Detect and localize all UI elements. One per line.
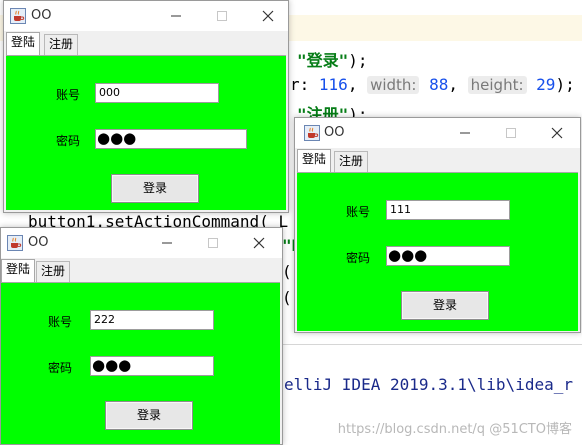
password-input[interactable]: ●●●: [386, 246, 510, 266]
java-cup-icon: [304, 125, 320, 141]
string-literal: "登录": [297, 51, 349, 70]
code-text: );: [555, 75, 575, 94]
close-icon: [253, 237, 265, 249]
number-literal: 88: [429, 75, 449, 94]
minimize-button[interactable]: [443, 118, 487, 148]
close-button[interactable]: [237, 228, 281, 258]
account-label: 账号: [48, 315, 73, 329]
minimize-icon: [162, 242, 172, 244]
password-label: 密码: [48, 361, 73, 375]
close-icon: [262, 10, 274, 22]
close-icon: [551, 127, 563, 139]
tab-login[interactable]: 登陆: [297, 149, 332, 172]
tab-register[interactable]: 注册: [334, 151, 369, 172]
account-input[interactable]: 111: [386, 200, 510, 220]
code-text: ,: [448, 75, 468, 94]
minimize-icon: [171, 15, 181, 17]
java-cup-icon: [10, 8, 26, 24]
tab-strip: 登陆 注册: [295, 148, 580, 172]
login-panel: 账号 000 密码 ●●● 登录: [6, 55, 286, 210]
code-line-1: "登录");: [297, 47, 368, 71]
tab-register[interactable]: 注册: [36, 261, 71, 282]
login-button[interactable]: 登录: [401, 291, 489, 320]
minimize-button[interactable]: [145, 228, 189, 258]
param-hint-width: width:: [367, 76, 420, 94]
title-bar[interactable]: OO: [295, 118, 580, 148]
code-text: );: [348, 51, 368, 70]
window-title: OO: [324, 125, 345, 140]
account-input[interactable]: 222: [90, 310, 214, 330]
title-bar[interactable]: OO: [4, 1, 288, 31]
account-label: 账号: [346, 205, 371, 219]
console-path-text: elliJ IDEA 2019.3.1\lib\idea_r: [284, 375, 573, 394]
maximize-icon: [208, 238, 218, 248]
tab-login[interactable]: 登陆: [6, 32, 41, 55]
login-panel: 账号 222 密码 ●●● 登录: [1, 282, 280, 444]
code-text: elliJ IDEA 2019.3.1\lib\idea_r: [284, 375, 573, 394]
password-label: 密码: [346, 251, 371, 265]
java-cup-icon: [7, 235, 23, 251]
account-label: 账号: [56, 88, 81, 102]
login-button[interactable]: 登录: [105, 401, 193, 430]
number-literal: 29: [536, 75, 556, 94]
window-title: OO: [31, 8, 52, 23]
maximize-icon: [506, 128, 516, 138]
login-window-2[interactable]: OO 登陆 注册 账号 222 密码 ●●● 登录: [0, 227, 283, 445]
param-hint-height: height:: [467, 76, 527, 94]
password-input[interactable]: ●●●: [90, 356, 214, 376]
window-title: OO: [28, 235, 49, 250]
close-button[interactable]: [535, 118, 579, 148]
maximize-icon: [217, 11, 227, 21]
password-input[interactable]: ●●●: [95, 129, 247, 149]
login-button[interactable]: 登录: [111, 174, 199, 203]
tab-strip: 登陆 注册: [1, 258, 282, 282]
code-text: r:: [290, 75, 310, 94]
code-text: ,: [347, 75, 368, 94]
login-window-3[interactable]: OO 登陆 注册 账号 111 密码 ●●● 登录: [294, 117, 581, 333]
tab-strip: 登陆 注册: [4, 31, 288, 55]
tab-login[interactable]: 登陆: [1, 259, 36, 282]
password-label: 密码: [56, 134, 81, 148]
close-button[interactable]: [246, 1, 290, 31]
maximize-button[interactable]: [489, 118, 533, 148]
maximize-button[interactable]: [200, 1, 244, 31]
title-bar[interactable]: OO: [1, 228, 282, 258]
watermark: https://blog.csdn.net/q @51CTO博客: [337, 422, 572, 437]
minimize-button[interactable]: [154, 1, 198, 31]
login-window-1[interactable]: OO 登陆 注册 账号 000 密码 ●●● 登录: [3, 0, 289, 213]
login-panel: 账号 111 密码 ●●● 登录: [297, 172, 578, 331]
minimize-icon: [460, 132, 470, 134]
number-literal: 116: [318, 75, 348, 94]
maximize-button[interactable]: [191, 228, 235, 258]
code-line-2: r: 116, width: 88, height: 29);: [290, 75, 575, 94]
account-input[interactable]: 000: [95, 83, 219, 103]
tab-register[interactable]: 注册: [44, 34, 79, 55]
